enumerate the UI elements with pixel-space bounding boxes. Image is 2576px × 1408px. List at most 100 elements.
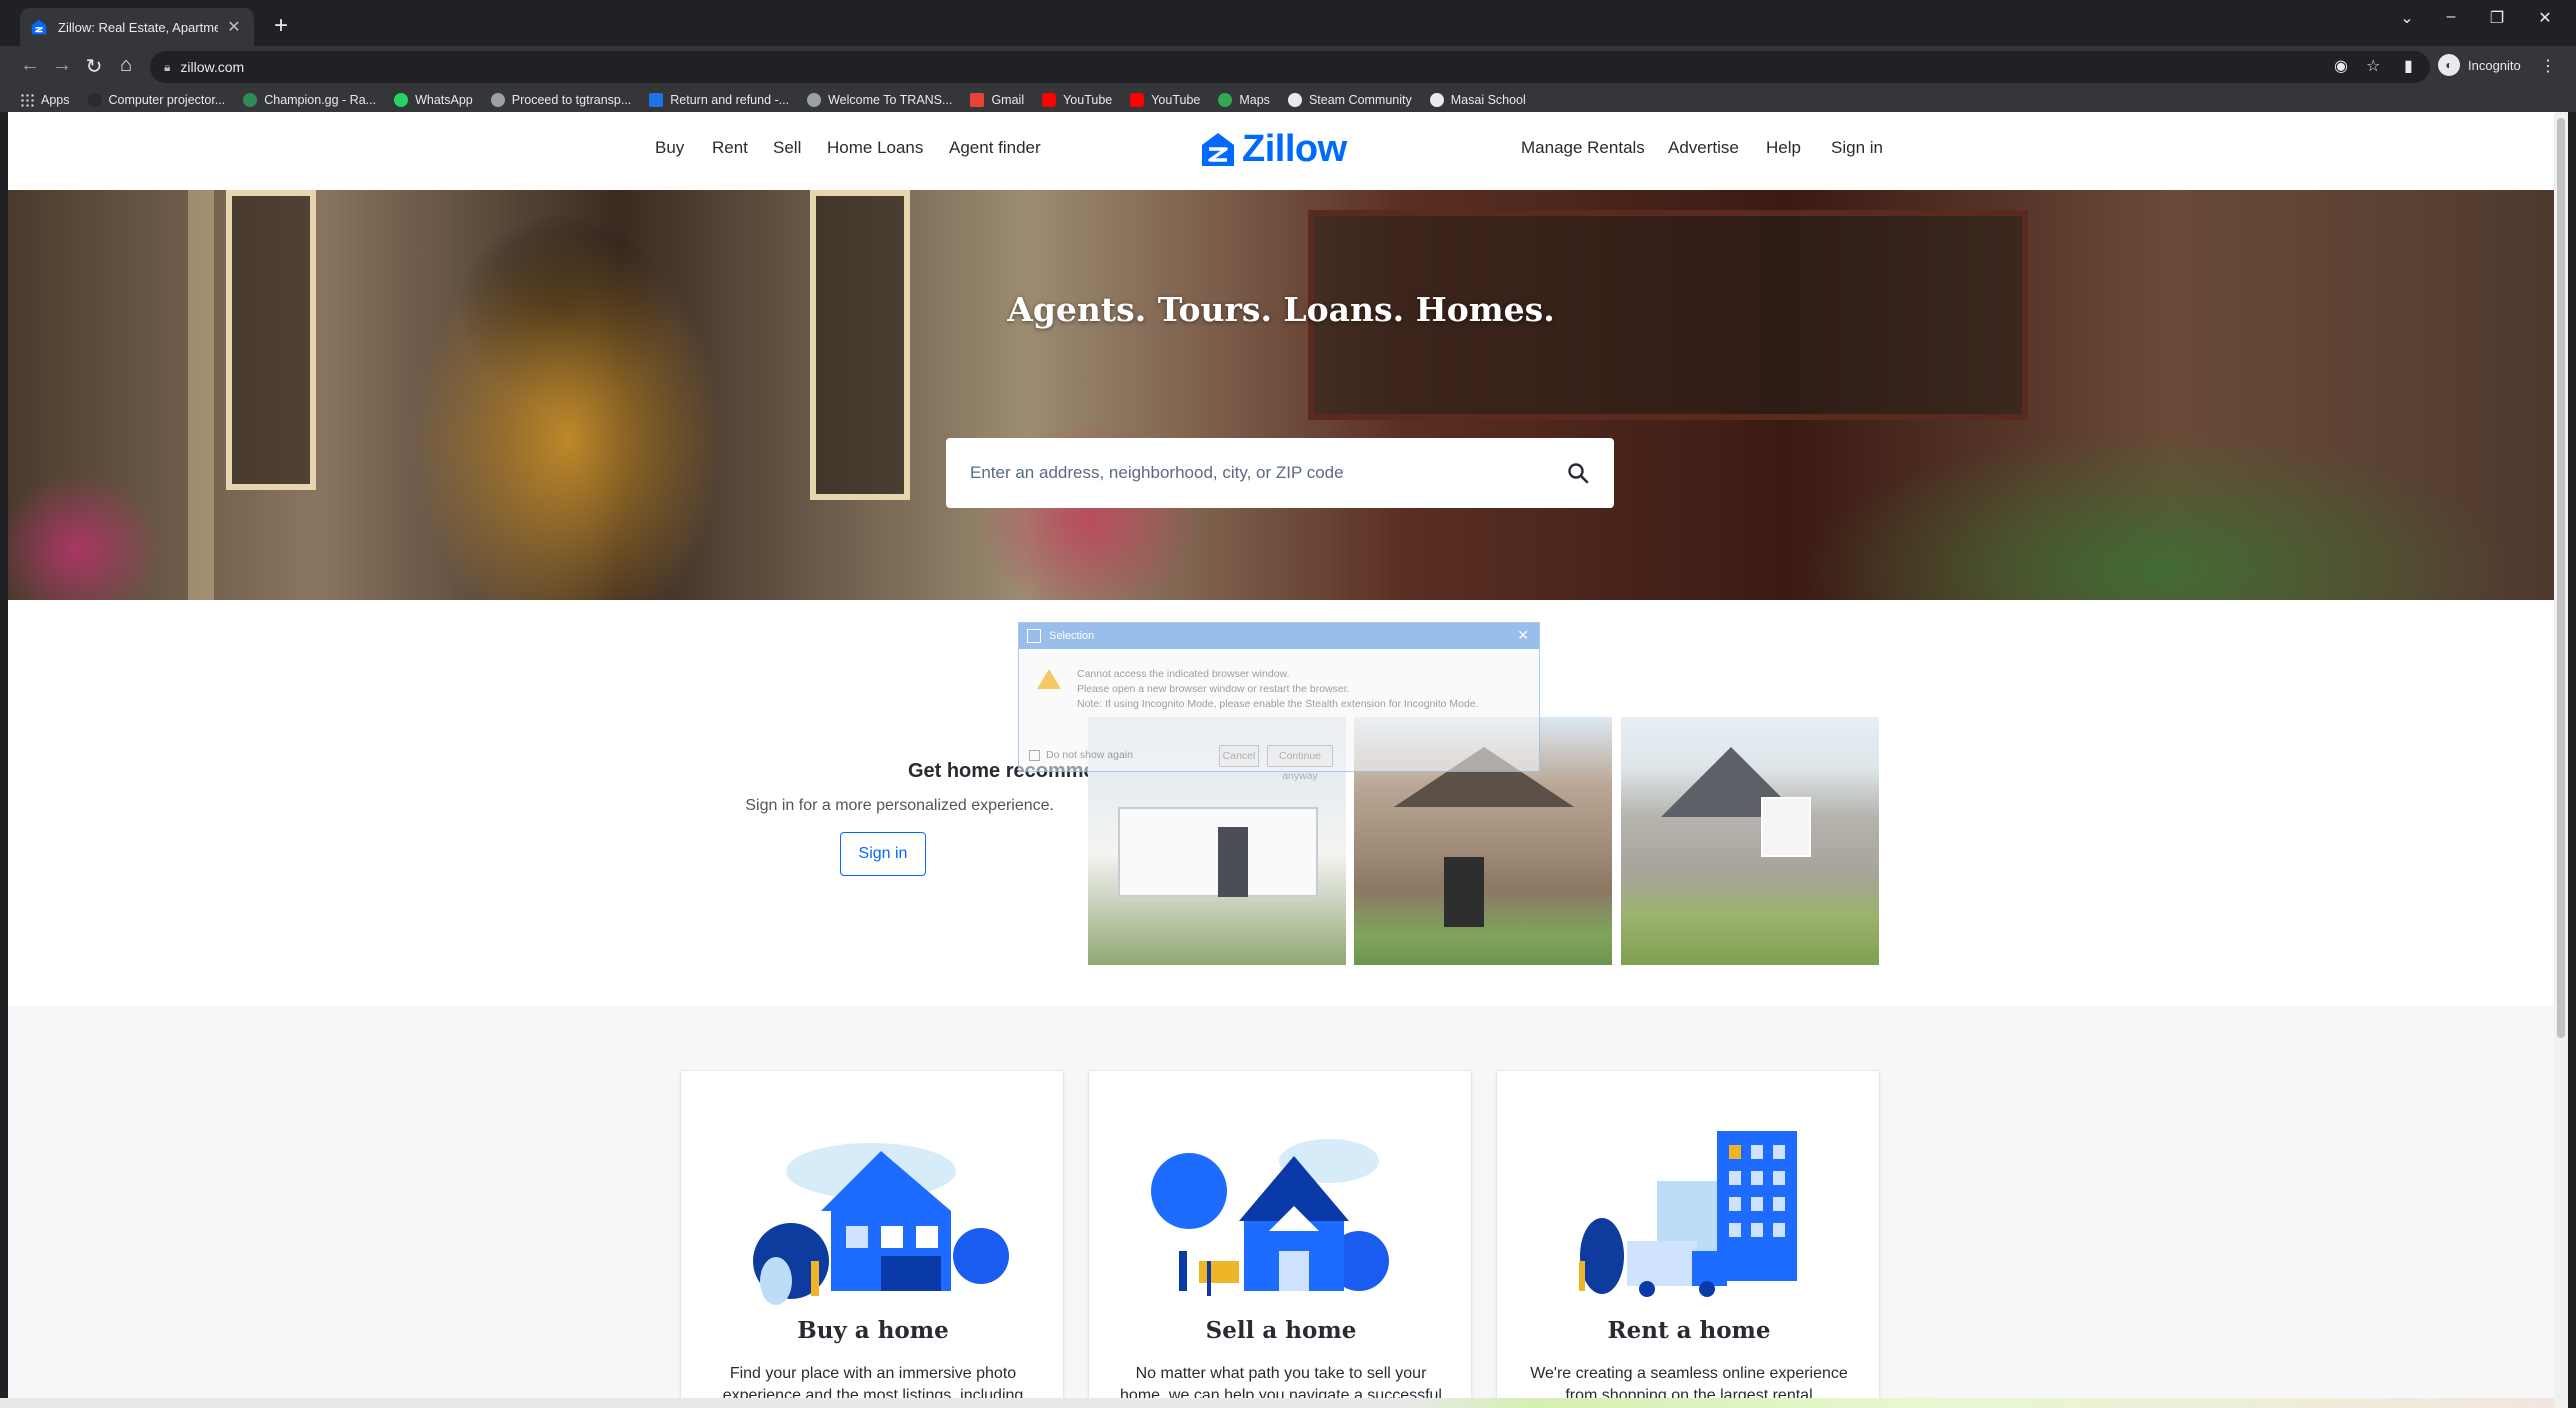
selection-dialog: Selection ✕ Cannot access the indicated … <box>1018 622 1540 782</box>
search-icon[interactable] <box>1566 461 1590 485</box>
tab-strip: Zillow: Real Estate, Apartments, M ✕ + ⌄… <box>0 0 2576 46</box>
rec-sign-in-button[interactable]: Sign in <box>840 832 926 876</box>
bookmark-item[interactable]: Maps <box>1218 93 1270 107</box>
tab-search-icon[interactable]: ⌄ <box>2392 8 2422 28</box>
new-tab-icon[interactable]: + <box>266 12 296 42</box>
minimize-icon[interactable]: – <box>2436 8 2466 26</box>
globe-icon <box>807 93 822 107</box>
masai-icon <box>1429 93 1444 107</box>
globe-icon <box>490 93 505 107</box>
nav-agent-finder[interactable]: Agent finder <box>949 138 1041 158</box>
card-title: Rent a home <box>1607 1317 1771 1344</box>
screen: Zillow: Real Estate, Apartments, M ✕ + ⌄… <box>0 0 2576 1408</box>
nav-sell[interactable]: Sell <box>773 138 801 158</box>
dialog-title: Selection <box>1049 630 1095 642</box>
search-input[interactable] <box>970 463 1566 483</box>
lock-icon: 🔒︎ <box>164 59 171 74</box>
bookmark-item[interactable]: Computer projector... <box>87 93 225 107</box>
bookmark-item[interactable]: WhatsApp <box>394 93 473 107</box>
nav-buy[interactable]: Buy <box>655 138 684 158</box>
bookmark-item[interactable]: Gmail <box>970 93 1024 107</box>
incognito-badge[interactable]: ◐ Incognito <box>2438 54 2521 76</box>
dialog-cancel-button[interactable]: Cancel <box>1219 745 1259 767</box>
bottom-strip <box>0 1398 2554 1408</box>
scrollbar-thumb[interactable] <box>2557 118 2565 1038</box>
nav-manage-rentals[interactable]: Manage Rentals <box>1521 138 1645 158</box>
house-door <box>1444 857 1484 927</box>
bookmark-item[interactable]: Welcome To TRANS... <box>807 93 952 107</box>
services-section: Buy a home Find your place with an immer… <box>8 1006 2554 1408</box>
nav-sign-in[interactable]: Sign in <box>1831 138 1883 158</box>
zillow-favicon-icon <box>31 19 47 35</box>
side-panel-icon[interactable]: ▮ <box>2404 56 2413 76</box>
bookmark-item[interactable]: Champion.gg - Ra... <box>243 93 376 107</box>
rent-home-illustration <box>1579 1131 1797 1297</box>
checkbox-box <box>1029 749 1040 761</box>
incognito-icon: ◐ <box>2438 54 2460 76</box>
dont-show-again-checkbox[interactable]: Do not show again <box>1029 749 1133 761</box>
tab-title: Zillow: Real Estate, Apartments, M <box>58 19 218 35</box>
card-sell[interactable]: Sell a home No matter what path you take… <box>1088 1070 1472 1408</box>
back-icon[interactable]: ← <box>16 54 44 77</box>
site-header: Buy Rent Sell Home Loans Agent finder Zi… <box>8 112 2554 190</box>
logo-text: Zillow <box>1242 128 1347 170</box>
bookmark-item[interactable]: Proceed to tgtransp... <box>490 93 631 107</box>
house-window <box>1761 797 1811 857</box>
door-window <box>810 190 910 500</box>
tab-close-icon[interactable]: ✕ <box>224 17 244 37</box>
maps-icon <box>1218 93 1233 107</box>
card-buy[interactable]: Buy a home Find your place with an immer… <box>680 1070 1064 1408</box>
bookmark-favicon-icon <box>649 93 664 107</box>
browser-tab[interactable]: Zillow: Real Estate, Apartments, M ✕ <box>20 8 254 46</box>
gmail-icon <box>970 93 985 107</box>
home-icon[interactable]: ⌂ <box>112 54 140 77</box>
warning-icon <box>1037 669 1061 689</box>
zillow-logo[interactable]: Zillow <box>1198 128 1347 171</box>
dialog-close-icon[interactable]: ✕ <box>1517 627 1529 644</box>
sell-home-illustration <box>1151 1139 1389 1296</box>
url-text: zillow.com <box>180 59 245 75</box>
door-window <box>226 190 316 490</box>
nav-advertise[interactable]: Advertise <box>1668 138 1739 158</box>
apps-grid-icon <box>20 93 34 107</box>
dialog-titlebar: Selection <box>1019 623 1539 649</box>
card-rent[interactable]: Rent a home We're creating a seamless on… <box>1496 1070 1880 1408</box>
hero-title: Agents. Tours. Loans. Homes. <box>1007 290 1555 329</box>
nav-rent[interactable]: Rent <box>712 138 748 158</box>
menu-icon[interactable]: ⋮ <box>2540 56 2556 76</box>
dialog-continue-button[interactable]: Continue anyway <box>1267 745 1333 782</box>
bookmark-item[interactable]: YouTube <box>1042 93 1112 107</box>
bookmark-favicon-icon <box>243 93 258 107</box>
bookmark-item[interactable]: YouTube <box>1130 93 1200 107</box>
nav-help[interactable]: Help <box>1766 138 1801 158</box>
tracking-blocked-icon[interactable]: ◉ <box>2334 56 2348 76</box>
forward-icon[interactable]: → <box>48 54 76 77</box>
bookmark-star-icon[interactable]: ☆ <box>2366 56 2380 76</box>
house-door <box>1218 827 1248 897</box>
restore-icon[interactable]: ❐ <box>2482 8 2512 28</box>
steam-icon <box>1287 93 1302 107</box>
bookmark-item[interactable]: Steam Community <box>1287 93 1412 107</box>
bookmark-item[interactable]: Return and refund -... <box>649 93 789 107</box>
reload-icon[interactable]: ↻ <box>80 54 108 79</box>
nav-home-loans[interactable]: Home Loans <box>827 138 923 158</box>
browser-toolbar: ← → ↻ ⌂ 🔒︎ zillow.com ◉ ☆ ▮ ◐ Incognito … <box>0 46 2576 88</box>
hero-search <box>946 438 1614 508</box>
bookmark-apps[interactable]: Apps <box>20 93 70 107</box>
youtube-icon <box>1130 93 1145 107</box>
bookmark-item[interactable]: Masai School <box>1429 93 1526 107</box>
card-title: Sell a home <box>1205 1317 1357 1344</box>
hero-banner: Agents. Tours. Loans. Homes. <box>8 190 2554 600</box>
address-bar[interactable]: 🔒︎ zillow.com <box>150 51 2430 83</box>
home-photo[interactable] <box>1621 717 1879 965</box>
incognito-label: Incognito <box>2468 57 2521 73</box>
dialog-app-icon <box>1027 629 1041 643</box>
bookmarks-bar: Apps Computer projector... Champion.gg -… <box>0 88 2576 112</box>
dialog-message: Cannot access the indicated browser wind… <box>1077 668 1479 710</box>
youtube-icon <box>1042 93 1057 107</box>
zillow-logo-icon <box>1202 132 1234 166</box>
window-close-icon[interactable]: ✕ <box>2530 8 2560 28</box>
whatsapp-icon <box>394 93 409 107</box>
buy-home-illustration <box>753 1143 1009 1305</box>
card-title: Buy a home <box>797 1317 949 1344</box>
